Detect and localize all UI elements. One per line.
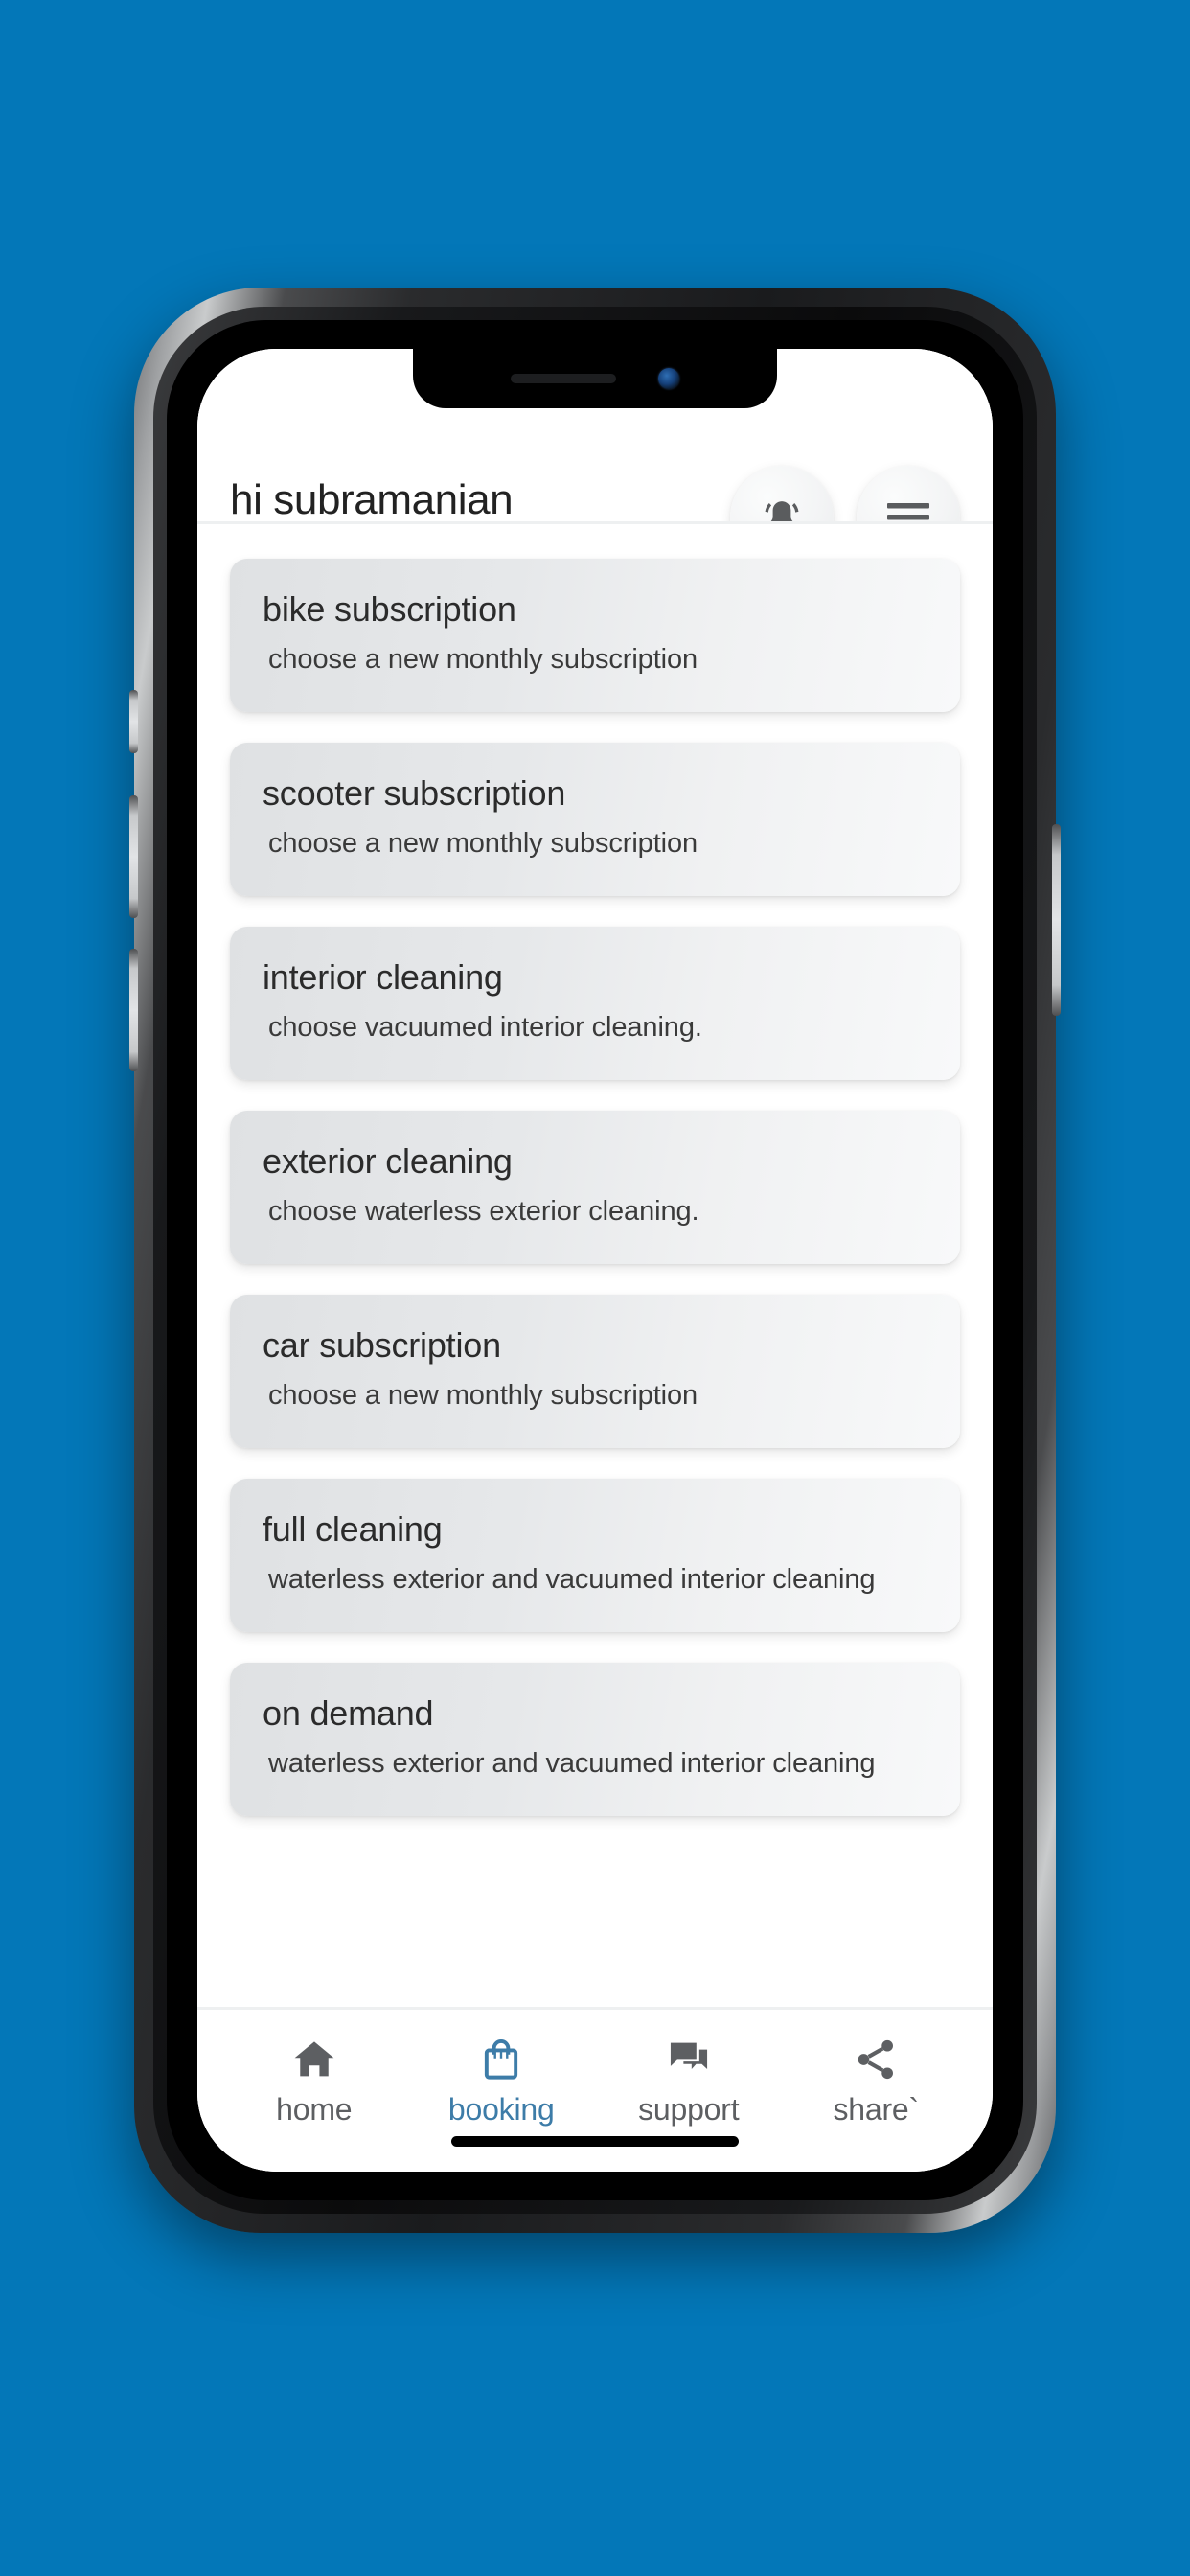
service-card-title: car subscription: [263, 1325, 501, 1366]
share-nodes-icon: [851, 2035, 901, 2084]
service-card[interactable]: full cleaning waterless exterior and vac…: [230, 1479, 960, 1632]
nav-label: booking: [447, 2091, 555, 2127]
app-root: hi subramanian bike subscription choose …: [197, 349, 993, 2172]
chat-bubbles-icon: [664, 2035, 714, 2084]
nav-item-booking[interactable]: booking: [408, 2035, 596, 2125]
phone-power-button[interactable]: [1052, 824, 1061, 1016]
service-card-subtitle: waterless exterior and vacuumed interior…: [268, 1747, 876, 1779]
nav-label: share`: [833, 2091, 919, 2127]
service-card-title: bike subscription: [263, 589, 516, 630]
nav-item-support[interactable]: support: [595, 2035, 783, 2125]
service-card-subtitle: choose a new monthly subscription: [268, 1379, 698, 1411]
service-card[interactable]: interior cleaning choose vacuumed interi…: [230, 927, 960, 1080]
phone-mute-switch[interactable]: [129, 690, 138, 753]
front-camera-icon: [658, 368, 679, 389]
service-card[interactable]: scooter subscription choose a new monthl…: [230, 743, 960, 896]
home-indicator[interactable]: [451, 2136, 739, 2147]
phone-mockup: hi subramanian bike subscription choose …: [129, 288, 1061, 2233]
service-card-title: scooter subscription: [263, 773, 566, 814]
earpiece-speaker-icon: [511, 374, 616, 383]
phone-screen: hi subramanian bike subscription choose …: [197, 349, 993, 2172]
service-card-list: bike subscription choose a new monthly s…: [197, 524, 993, 2007]
nav-item-home[interactable]: home: [220, 2035, 408, 2125]
greeting-title: hi subramanian: [230, 476, 514, 523]
service-card-subtitle: choose waterless exterior cleaning.: [268, 1195, 699, 1227]
service-card[interactable]: exterior cleaning choose waterless exter…: [230, 1111, 960, 1264]
nav-label: home: [276, 2091, 353, 2127]
service-card[interactable]: bike subscription choose a new monthly s…: [230, 559, 960, 712]
service-card-subtitle: choose vacuumed interior cleaning.: [268, 1011, 702, 1043]
service-card-subtitle: choose a new monthly subscription: [268, 643, 698, 675]
phone-volume-down-button[interactable]: [129, 949, 138, 1071]
shopping-bag-icon: [476, 2035, 526, 2084]
nav-label: support: [638, 2091, 740, 2127]
nav-item-share[interactable]: share`: [783, 2035, 971, 2125]
bottom-navigation-bar: home booking support share`: [197, 2007, 993, 2172]
service-card-title: full cleaning: [263, 1509, 443, 1550]
phone-bezel-inner: hi subramanian bike subscription choose …: [167, 320, 1023, 2200]
service-card-subtitle: waterless exterior and vacuumed interior…: [268, 1563, 876, 1595]
phone-volume-up-button[interactable]: [129, 795, 138, 918]
phone-notch: [413, 349, 777, 408]
service-card[interactable]: on demand waterless exterior and vacuume…: [230, 1663, 960, 1816]
service-card-title: interior cleaning: [263, 957, 503, 998]
service-card-subtitle: choose a new monthly subscription: [268, 827, 698, 859]
service-card-title: exterior cleaning: [263, 1141, 513, 1182]
home-icon: [289, 2035, 339, 2084]
service-card[interactable]: car subscription choose a new monthly su…: [230, 1295, 960, 1448]
service-card-title: on demand: [263, 1693, 434, 1734]
phone-bezel: hi subramanian bike subscription choose …: [153, 307, 1037, 2214]
